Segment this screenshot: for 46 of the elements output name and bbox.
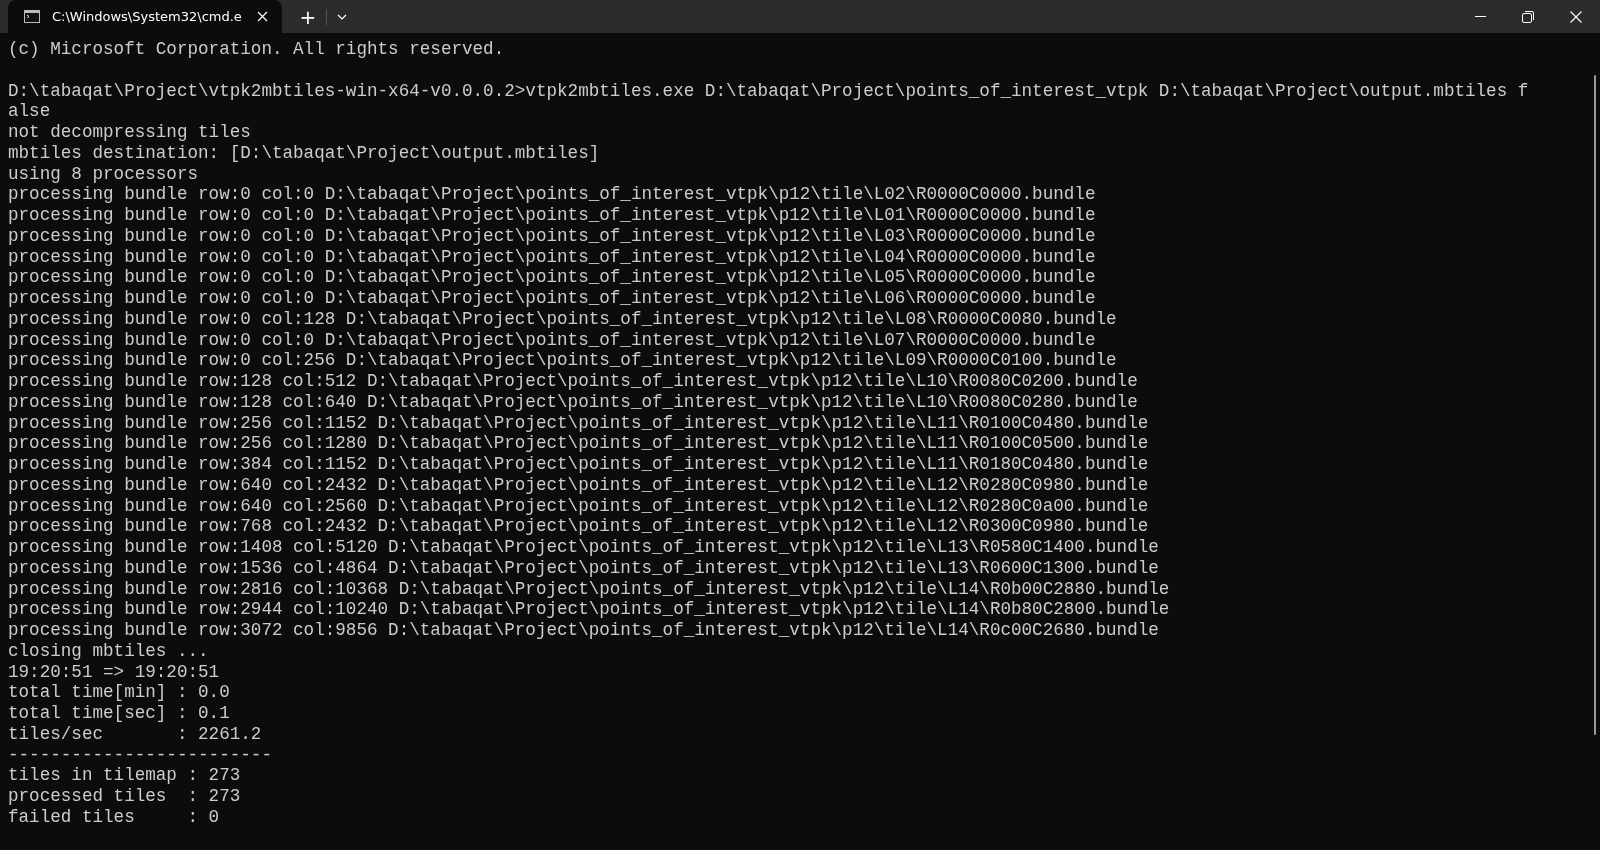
console-line: tiles in tilemap : 273: [8, 765, 241, 786]
console-line: processing bundle row:0 col:0 D:\tabaqat\Project\points_of_interest_vtpk\p12\tile\L01\R0000C0000.bundle: [8, 205, 1096, 226]
console-line: processing bundle row:0 col:128 D:\tabaqat\Project\points_of_interest_vtpk\p12\tile\L08\R0000C0080.bundle: [8, 308, 1117, 330]
console-line: processing bundle row:2816 col:10368 D:\tabaqat\Project\points_of_interest_vtpk\p12\tile\L14\R0b00C2880.bundle: [8, 578, 1170, 600]
console-line: not decompressing tiles: [8, 122, 251, 143]
console-line: processing bundle row:256 col:1280 D:\tabaqat\Project\points_of_interest_vtpk\p12\tile\L11\R0100C0500.bundle: [8, 433, 1149, 454]
console-line: processing bundle row:1536 col:4864 D:\tabaqat\Project\points_of_interest_vtpk\p12\tile\L13\R0600C1300.bundle: [8, 557, 1159, 579]
chevron-down-icon: [336, 14, 347, 20]
console-line: processing bundle row:640 col:2560 D:\tabaqat\Project\points_of_interest_vtpk\p12\tile\L12\R0280C0a00.bundle: [8, 495, 1149, 517]
terminal-icon: [24, 10, 40, 23]
console-line: D:\tabaqat\Project\vtpk2mbtiles-win-x64-v0.0.0.2>vtpk2mbtiles.exe D:\tabaqat\Project\points_of_interest_vtpk D:\tabaqat\Project\output.mbtiles f: [8, 80, 1529, 102]
console-line: 19:20:51 => 19:20:51: [8, 661, 220, 683]
console-line: closing mbtiles ...: [8, 640, 209, 662]
console-line: total time[min] : 0.0: [8, 682, 230, 703]
console-line: processing bundle row:0 col:0 D:\tabaqat\Project\points_of_interest_vtpk\p12\tile\L02\R0000C0000.bundle: [8, 184, 1096, 205]
console-line: processing bundle row:3072 col:9856 D:\tabaqat\Project\points_of_interest_vtpk\p12\tile\L14\R0c00C2680.bundle: [8, 620, 1159, 641]
console-line: processing bundle row:0 col:0 D:\tabaqat\Project\points_of_interest_vtpk\p12\tile\L04\R0000C0000.bundle: [8, 246, 1096, 268]
restore-icon: [1522, 10, 1534, 23]
close-icon: [257, 11, 269, 22]
console-line: processing bundle row:768 col:2432 D:\tabaqat\Project\points_of_interest_vtpk\p12\tile\L12\R0300C0980.bundle: [8, 516, 1149, 537]
console-line: processing bundle row:128 col:512 D:\tabaqat\Project\points_of_interest_vtpk\p12\tile\L10\R0080C0200.bundle: [8, 371, 1138, 392]
console-line: processing bundle row:256 col:1152 D:\tabaqat\Project\points_of_interest_vtpk\p12\tile\L11\R0100C0480.bundle: [8, 412, 1149, 434]
console-line: processed tiles : 273: [8, 786, 241, 807]
new-tab-button[interactable]: +: [289, 3, 326, 31]
console-line: -------------------------: [8, 744, 272, 766]
close-icon: [1570, 10, 1582, 23]
console-line: processing bundle row:0 col:0 D:\tabaqat\Project\points_of_interest_vtpk\p12\tile\L06\R0000C0000.bundle: [8, 288, 1096, 309]
console-line: processing bundle row:0 col:0 D:\tabaqat\Project\points_of_interest_vtpk\p12\tile\L03\R0000C0000.bundle: [8, 225, 1096, 247]
console-line: processing bundle row:1408 col:5120 D:\tabaqat\Project\points_of_interest_vtpk\p12\tile\L13\R0580C1400.bundle: [8, 537, 1159, 558]
console-line: alse: [8, 101, 51, 122]
console-line: processing bundle row:128 col:640 D:\tabaqat\Project\points_of_interest_vtpk\p12\tile\L10\R0080C0280.bundle: [8, 391, 1138, 413]
tab-title: C:\Windows\System32\cmd.e: [52, 9, 242, 24]
console-line: processing bundle row:384 col:1152 D:\tabaqat\Project\points_of_interest_vtpk\p12\tile\L11\R0180C0480.bundle: [8, 454, 1149, 475]
console-line: processing bundle row:0 col:0 D:\tabaqat\Project\points_of_interest_vtpk\p12\tile\L05\R0000C0000.bundle: [8, 267, 1096, 288]
console-line: processing bundle row:0 col:256 D:\tabaqat\Project\points_of_interest_vtpk\p12\tile\L09\R0000C0100.bundle: [8, 350, 1117, 371]
console-line: processing bundle row:2944 col:10240 D:\tabaqat\Project\points_of_interest_vtpk\p12\tile\L14\R0b80C2800.bundle: [8, 599, 1170, 620]
console-line: using 8 processors: [8, 163, 199, 185]
terminal-tab[interactable]: C:\Windows\System32\cmd.e: [8, 0, 282, 33]
console-line: (c) Microsoft Corporation. All rights reserved.: [8, 39, 505, 60]
console-line: total time[sec] : 0.1: [8, 703, 230, 724]
console-line: failed tiles : 0: [8, 806, 220, 828]
scrollbar-thumb[interactable]: [1594, 75, 1596, 735]
console-line: tiles/sec : 2261.2: [8, 723, 262, 745]
console-line: processing bundle row:0 col:0 D:\tabaqat\Project\points_of_interest_vtpk\p12\tile\L07\R0000C0000.bundle: [8, 329, 1096, 351]
console-line: mbtiles destination: [D:\tabaqat\Project\output.mbtiles]: [8, 142, 600, 164]
console-line: processing bundle row:640 col:2432 D:\tabaqat\Project\points_of_interest_vtpk\p12\tile\L12\R0280C0980.bundle: [8, 474, 1149, 496]
